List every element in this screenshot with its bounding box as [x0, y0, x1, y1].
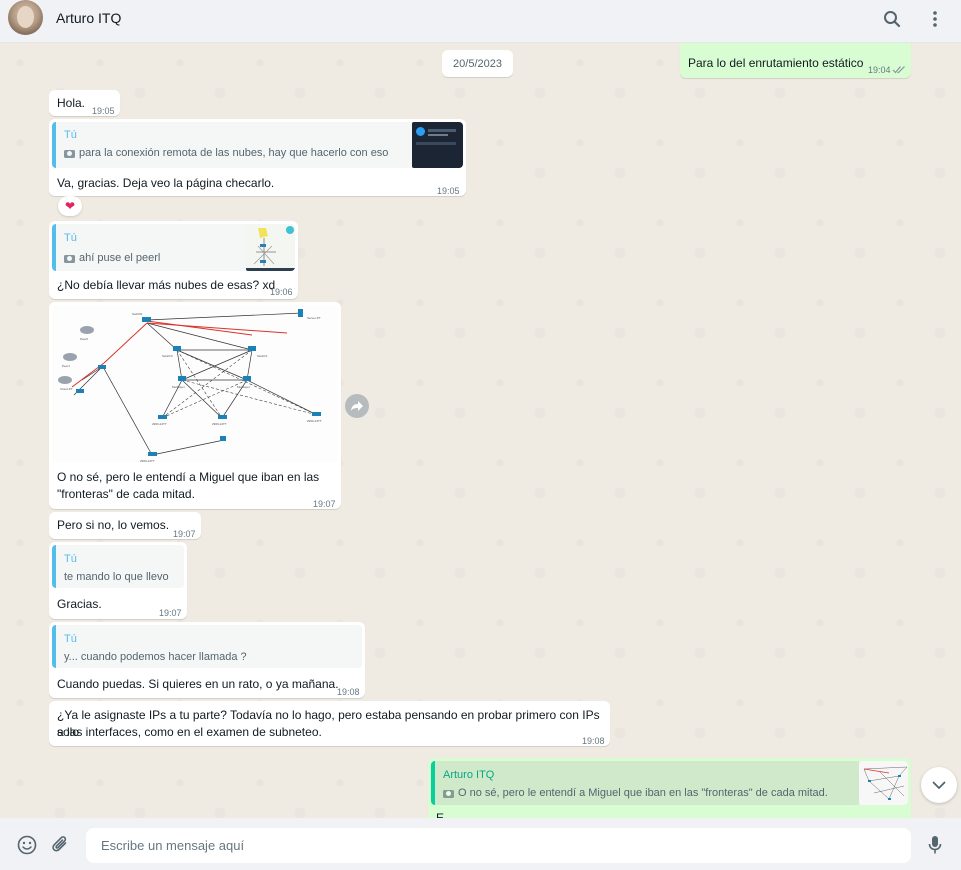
svg-text:2960-24TT: 2960-24TT: [152, 422, 167, 426]
quote-author: Tú: [64, 232, 77, 244]
quote-image-thumbnail: [246, 224, 295, 271]
composer: [0, 818, 961, 870]
message-text: Va, gracias. Deja veo la página checarlo…: [57, 176, 275, 190]
camera-icon: [64, 149, 75, 158]
message-incoming[interactable]: Tú te mando lo que llevo Gracias. 19:07: [49, 542, 187, 619]
message-text-line-2: a las interfaces, como en el examen de s…: [57, 725, 322, 739]
forward-icon[interactable]: [345, 394, 369, 418]
contact-avatar[interactable]: [8, 0, 43, 35]
svg-text:Multilayer: Multilayer: [237, 385, 250, 389]
message-outgoing[interactable]: Para lo del enrutamiento estático 19:04: [680, 43, 911, 78]
message-text: Cuando puedas. Si quieres en un rato, o …: [57, 677, 339, 691]
message-time: 19:06: [270, 287, 293, 297]
quoted-message[interactable]: Tú ahí puse el peerl: [52, 224, 295, 271]
svg-text:Peer0: Peer0: [80, 337, 88, 341]
quote-text: ahí puse el peerl: [64, 250, 160, 267]
kebab-menu-icon[interactable]: [924, 8, 946, 30]
quote-text: O no sé, pero le entendí a Miguel que ib…: [443, 785, 828, 802]
emoji-icon[interactable]: [16, 834, 38, 856]
message-time: 19:08: [582, 736, 605, 746]
chevron-down-icon: [932, 781, 946, 789]
svg-text:Cloud-PT: Cloud-PT: [60, 387, 73, 391]
microphone-icon[interactable]: [924, 834, 946, 856]
message-time: 19:04: [868, 65, 891, 75]
message-text: Para lo del enrutamiento estático: [688, 56, 864, 70]
message-time: 19:08: [337, 687, 360, 697]
camera-icon: [64, 254, 75, 263]
quoted-message[interactable]: Tú te mando lo que llevo: [52, 545, 184, 588]
quote-author: Tú: [64, 129, 77, 141]
quoted-message[interactable]: Arturo ITQ O no sé, pero le entendí a Mi…: [431, 761, 908, 805]
quote-image-thumbnail: [412, 122, 463, 168]
quote-text: y... cuando podemos hacer llamada ?: [64, 651, 247, 663]
quote-text: te mando lo que llevo: [64, 571, 169, 583]
svg-text:2960-24TT: 2960-24TT: [212, 422, 227, 426]
message-text: Pero si no, lo vemos.: [57, 518, 170, 532]
quote-text-content: para la conexión remota de las nubes, ha…: [79, 147, 389, 159]
quote-author: Arturo ITQ: [443, 769, 495, 781]
quoted-message[interactable]: Tú y... cuando podemos hacer llamada ?: [52, 625, 362, 668]
svg-text:Switch0: Switch0: [162, 354, 173, 358]
quote-text: para la conexión remota de las nubes, ha…: [64, 145, 388, 162]
message-input[interactable]: [86, 828, 911, 863]
network-topology-image[interactable]: Se0/0/0 Server-PT Switch0 Switch1 Multilay…: [52, 305, 338, 462]
message-text-line-1: O no sé, pero le entendí a Miguel que ib…: [57, 470, 320, 484]
scroll-down-button[interactable]: [921, 767, 957, 803]
message-incoming-image[interactable]: Se0/0/0 Server-PT Switch0 Switch1 Multilay…: [49, 302, 341, 509]
date-separator: 20/5/2023: [442, 50, 513, 77]
paperclip-icon[interactable]: [50, 834, 72, 856]
svg-text:Peer1: Peer1: [62, 364, 70, 368]
message-time: 19:05: [437, 186, 460, 196]
svg-text:Server-PT: Server-PT: [307, 316, 321, 320]
heart-reaction-icon[interactable]: ❤: [58, 196, 82, 216]
message-time: 19:05: [92, 106, 115, 116]
message-incoming[interactable]: Tú ahí puse el peerl ¿No debía llevar má…: [49, 221, 298, 299]
message-time: 19:07: [313, 499, 336, 509]
message-incoming[interactable]: ¿Ya le asignaste IPs a tu parte? Todavía…: [49, 701, 610, 746]
message-incoming[interactable]: Tú para la conexión remota de las nubes,…: [49, 119, 466, 196]
message-time: 19:07: [159, 608, 182, 618]
quote-image-thumbnail: [859, 761, 908, 805]
quote-author: Tú: [64, 633, 77, 645]
message-text-line-2: "fronteras" de cada mitad.: [57, 487, 195, 501]
quote-text-content: O no sé, pero le entendí a Miguel que ib…: [458, 787, 828, 799]
quoted-message[interactable]: Tú para la conexión remota de las nubes,…: [52, 122, 463, 168]
message-incoming[interactable]: Hola. 19:05: [49, 90, 120, 116]
message-text: Hola.: [57, 96, 86, 110]
svg-text:2960-24TT: 2960-24TT: [140, 459, 155, 462]
svg-text:2960-24TT: 2960-24TT: [307, 419, 322, 423]
svg-text:Switch1: Switch1: [257, 354, 268, 358]
search-icon[interactable]: [881, 8, 903, 30]
message-incoming[interactable]: Pero si no, lo vemos. 19:07: [49, 512, 201, 539]
message-text: E: [436, 811, 445, 818]
camera-icon: [443, 789, 454, 798]
message-outgoing[interactable]: Arturo ITQ O no sé, pero le entendí a Mi…: [428, 758, 911, 818]
svg-text:Multilayer: Multilayer: [172, 385, 185, 389]
svg-text:Se0/0/0: Se0/0/0: [132, 312, 143, 316]
contact-name[interactable]: Arturo ITQ: [56, 10, 121, 26]
message-text: Gracias.: [57, 597, 102, 611]
message-time: 19:07: [173, 529, 196, 539]
message-incoming[interactable]: Tú y... cuando podemos hacer llamada ? C…: [49, 622, 365, 698]
double-check-icon: [892, 62, 906, 79]
chat-header: Arturo ITQ: [0, 0, 961, 43]
quote-author: Tú: [64, 553, 77, 565]
message-text: ¿No debía llevar más nubes de esas? xd: [57, 278, 276, 292]
message-list[interactable]: Para lo del enrutamiento estático 19:04 …: [0, 43, 961, 818]
quote-text-content: ahí puse el peerl: [79, 252, 161, 264]
